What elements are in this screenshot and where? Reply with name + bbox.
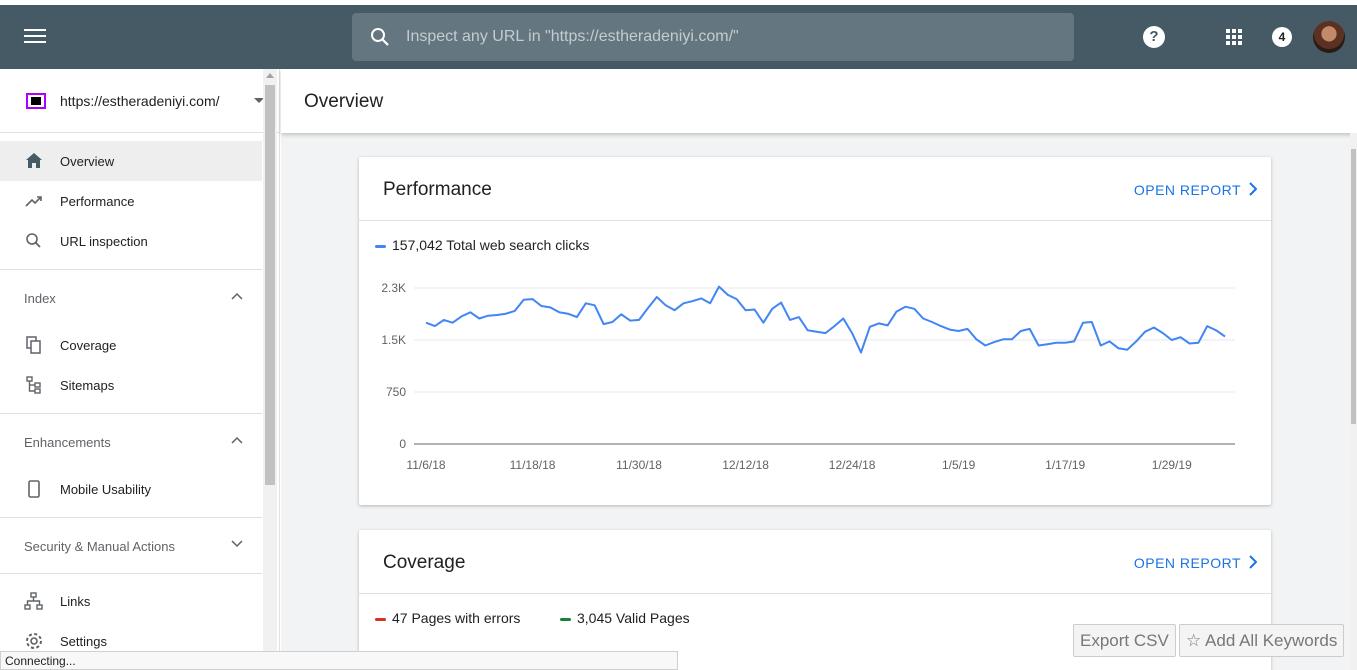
main-menu-icon[interactable]	[24, 29, 46, 45]
legend-label: 47 Pages with errors	[392, 610, 521, 626]
sidebar-item-label: Performance	[60, 194, 135, 209]
y-tick-label: 1.5K	[381, 333, 406, 347]
gear-icon	[26, 633, 42, 649]
legend-label: 3,045 Valid Pages	[577, 610, 690, 626]
scroll-up-arrow-icon[interactable]	[266, 73, 274, 78]
y-tick-label: 750	[386, 385, 406, 399]
trending-up-icon	[25, 196, 42, 207]
legend-swatch	[560, 617, 571, 621]
clicks-series-line	[425, 285, 1226, 354]
sidebar-item-url-inspection[interactable]: URL inspection	[0, 221, 262, 261]
smartphone-icon	[28, 480, 40, 498]
chevron-up-icon[interactable]	[231, 292, 243, 300]
export-csv-button[interactable]: Export CSV	[1073, 624, 1176, 657]
url-inspection-search[interactable]	[352, 13, 1074, 61]
apps-grid-icon[interactable]	[1226, 29, 1242, 45]
page-title: Overview	[304, 91, 384, 112]
x-tick-label: 11/18/18	[510, 458, 556, 472]
x-tick-label: 1/17/19	[1045, 458, 1085, 472]
errors-legend: 47 Pages with errors	[375, 610, 520, 626]
notifications-badge[interactable]: 4	[1272, 27, 1292, 47]
chevron-down-icon[interactable]	[231, 540, 243, 548]
clicks-legend: 157,042 Total web search clicks	[375, 237, 589, 253]
open-report-link[interactable]: OPEN REPORT	[1134, 555, 1241, 571]
sidebar-item-performance[interactable]: Performance	[0, 181, 262, 221]
sidebar-item-overview[interactable]: Overview	[0, 141, 262, 181]
y-tick-label: 2.3K	[381, 281, 406, 295]
property-url: https://estheradeniyi.com/	[60, 93, 220, 109]
sidebar-scrollbar[interactable]	[263, 69, 277, 655]
site-favicon	[26, 93, 46, 109]
add-all-keywords-button[interactable]: ☆ Add All Keywords	[1179, 624, 1345, 657]
sitemap-icon	[26, 376, 41, 394]
chevron-right-icon[interactable]	[1249, 182, 1257, 196]
sidebar-item-mobile-usability[interactable]: Mobile Usability	[0, 469, 262, 509]
legend-swatch	[375, 244, 386, 248]
card-header: Performance OPEN REPORT	[359, 157, 1271, 221]
sidebar-item-label: Settings	[60, 634, 107, 649]
property-selector[interactable]: https://estheradeniyi.com/	[0, 69, 279, 133]
sidebar-item-label: Sitemaps	[60, 378, 115, 393]
search-icon	[371, 28, 389, 46]
sidebar-scroll-thumb[interactable]	[265, 85, 275, 485]
x-tick-label: 11/30/18	[616, 458, 662, 472]
x-tick-label: 12/12/18	[722, 458, 769, 472]
x-tick-label: 11/6/18	[406, 458, 445, 472]
legend-label: 157,042 Total web search clicks	[392, 237, 590, 253]
links-network-icon	[24, 592, 43, 610]
x-tick-label: 1/5/19	[942, 458, 976, 472]
section-enhancements[interactable]: Enhancements	[0, 413, 262, 469]
section-security[interactable]: Security & Manual Actions	[0, 517, 262, 573]
sidebar-item-label: Mobile Usability	[60, 482, 152, 497]
x-tick-label: 12/24/18	[829, 458, 876, 472]
star-icon: ☆	[1186, 631, 1202, 650]
y-tick-label: 0	[399, 437, 406, 451]
coverage-copy-icon	[26, 336, 41, 354]
section-index[interactable]: Index	[0, 269, 262, 325]
sidebar-item-links[interactable]: Links	[0, 581, 262, 621]
top-app-bar: ? 4	[0, 5, 1357, 69]
sidebar-item-coverage[interactable]: Coverage	[0, 325, 262, 365]
section-label: Index	[24, 291, 56, 306]
sidebar-item-sitemaps[interactable]: Sitemaps	[0, 365, 262, 405]
section-label: Enhancements	[24, 435, 111, 450]
valid-legend: 3,045 Valid Pages	[560, 610, 690, 626]
page-header: Overview	[281, 69, 1357, 133]
main-scroll-thumb[interactable]	[1351, 149, 1356, 424]
browser-status-bar: Connecting...	[0, 651, 678, 670]
x-tick-label: 1/29/19	[1152, 458, 1192, 472]
sidebar-item-label: Overview	[60, 154, 115, 169]
search-icon	[26, 233, 41, 248]
avatar[interactable]	[1313, 21, 1345, 53]
main-content: Overview Performance OPEN REPORT 157,042…	[281, 69, 1357, 670]
chevron-up-icon[interactable]	[231, 436, 243, 444]
legend-swatch	[375, 617, 386, 621]
help-icon[interactable]: ?	[1143, 26, 1165, 48]
chevron-right-icon[interactable]	[1249, 555, 1257, 569]
sidebar-item-label: Links	[60, 594, 91, 609]
sidebar-nav: Overview Performance URL inspection Inde…	[0, 133, 262, 661]
home-icon	[26, 153, 42, 168]
search-input[interactable]	[406, 13, 1056, 61]
section-label: Security & Manual Actions	[24, 539, 176, 554]
sidebar-item-label: URL inspection	[60, 234, 148, 249]
add-keywords-label: Add All Keywords	[1205, 631, 1338, 650]
card-title: Performance	[383, 179, 492, 200]
card-header: Coverage OPEN REPORT	[359, 530, 1271, 594]
performance-card: Performance OPEN REPORT 157,042 Total we…	[359, 157, 1271, 505]
clicks-line-chart: 0 750 1.5K 2.3K 11/6/18 11/18/18 11/30/18 12/12…	[381, 281, 1235, 472]
card-title: Coverage	[383, 552, 466, 573]
main-scrollbar[interactable]	[1350, 133, 1357, 670]
open-report-link[interactable]: OPEN REPORT	[1134, 182, 1241, 198]
sidebar-item-label: Coverage	[60, 338, 117, 353]
sidebar: https://estheradeniyi.com/ Overview Perf…	[0, 69, 280, 670]
